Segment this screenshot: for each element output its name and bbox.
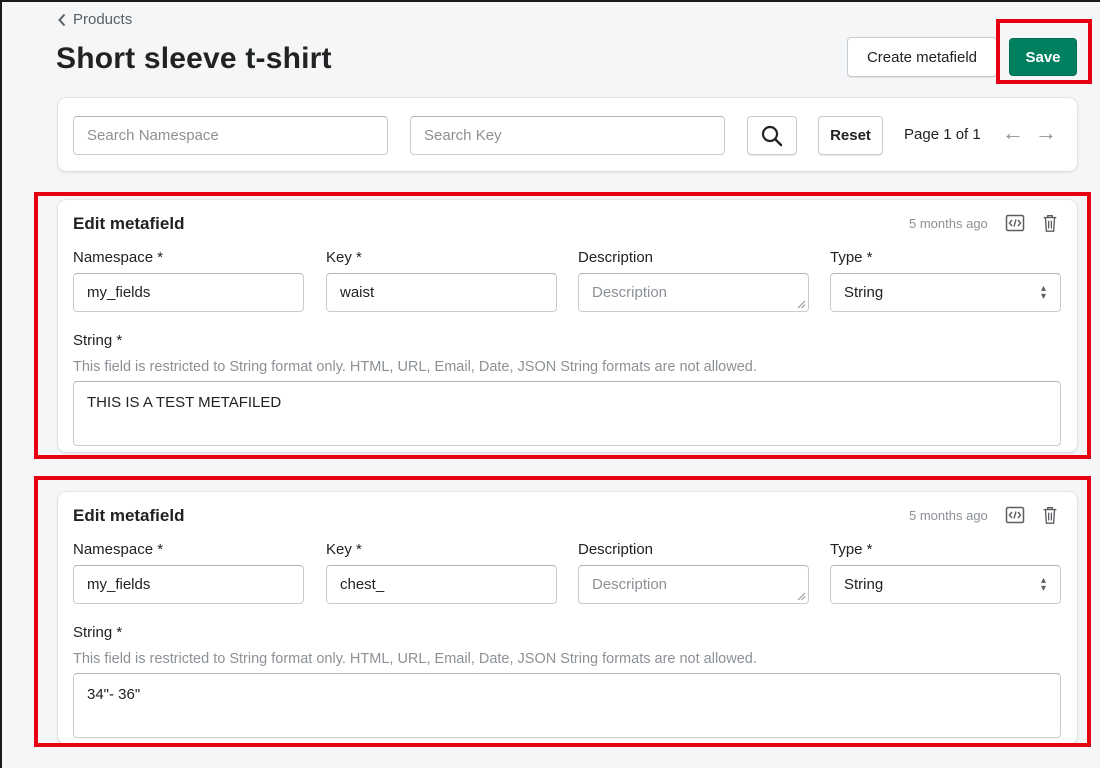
- namespace-field[interactable]: my_fields: [73, 273, 304, 312]
- select-arrows-icon: ▴ ▾: [1040, 574, 1046, 594]
- description-label: Description: [578, 541, 654, 558]
- type-select[interactable]: String ▴ ▾: [830, 273, 1061, 312]
- description-placeholder: Description: [592, 284, 668, 301]
- string-value-textarea[interactable]: THIS IS A TEST METAFILED: [73, 381, 1061, 446]
- code-icon: [1005, 214, 1025, 232]
- pagination-info: Page 1 of 1: [904, 126, 981, 143]
- trash-icon: [1043, 507, 1057, 524]
- string-value-textarea[interactable]: 34"- 36": [73, 673, 1061, 738]
- page-title: Short sleeve t-shirt: [56, 42, 332, 75]
- string-help-text: This field is restricted to String forma…: [73, 359, 757, 375]
- description-field[interactable]: Description: [578, 273, 809, 312]
- string-label: String *: [73, 624, 123, 641]
- type-label: Type *: [830, 541, 873, 558]
- code-view-button[interactable]: [1004, 212, 1026, 234]
- type-select-value: String: [844, 284, 884, 301]
- namespace-label: Namespace *: [73, 249, 164, 266]
- type-select[interactable]: String ▴ ▾: [830, 565, 1061, 604]
- breadcrumb-products[interactable]: Products: [57, 11, 132, 28]
- resize-grip-icon[interactable]: [797, 300, 806, 309]
- type-select-value: String: [844, 576, 884, 593]
- namespace-label: Namespace *: [73, 541, 164, 558]
- description-placeholder: Description: [592, 576, 668, 593]
- breadcrumb-label: Products: [73, 11, 133, 28]
- search-namespace-input[interactable]: Search Namespace: [73, 116, 388, 155]
- updated-timestamp: 5 months ago: [909, 508, 988, 523]
- delete-button[interactable]: [1040, 503, 1060, 527]
- create-metafield-button[interactable]: Create metafield: [847, 37, 997, 77]
- search-button[interactable]: [747, 116, 797, 155]
- code-view-button[interactable]: [1004, 504, 1026, 526]
- search-icon: [761, 125, 783, 146]
- key-field[interactable]: chest_: [326, 565, 557, 604]
- key-label: Key *: [326, 249, 362, 266]
- search-key-input[interactable]: Search Key: [410, 116, 725, 155]
- type-label: Type *: [830, 249, 873, 266]
- description-field[interactable]: Description: [578, 565, 809, 604]
- delete-button[interactable]: [1040, 211, 1060, 235]
- save-button[interactable]: Save: [1009, 38, 1077, 76]
- prev-page-arrow-icon[interactable]: ←: [1002, 122, 1024, 144]
- key-label: Key *: [326, 541, 362, 558]
- description-label: Description: [578, 249, 654, 266]
- reset-button[interactable]: Reset: [818, 116, 883, 155]
- select-arrows-icon: ▴ ▾: [1040, 282, 1046, 302]
- code-icon: [1005, 506, 1025, 524]
- next-page-arrow-icon[interactable]: →: [1035, 122, 1057, 144]
- updated-timestamp: 5 months ago: [909, 216, 988, 231]
- namespace-field[interactable]: my_fields: [73, 565, 304, 604]
- string-label: String *: [73, 332, 123, 349]
- key-field[interactable]: waist: [326, 273, 557, 312]
- resize-grip-icon[interactable]: [797, 592, 806, 601]
- card-title: Edit metafield: [73, 506, 185, 525]
- trash-icon: [1043, 215, 1057, 232]
- chevron-left-icon: [58, 13, 66, 26]
- card-title: Edit metafield: [73, 214, 185, 233]
- string-help-text: This field is restricted to String forma…: [73, 651, 757, 667]
